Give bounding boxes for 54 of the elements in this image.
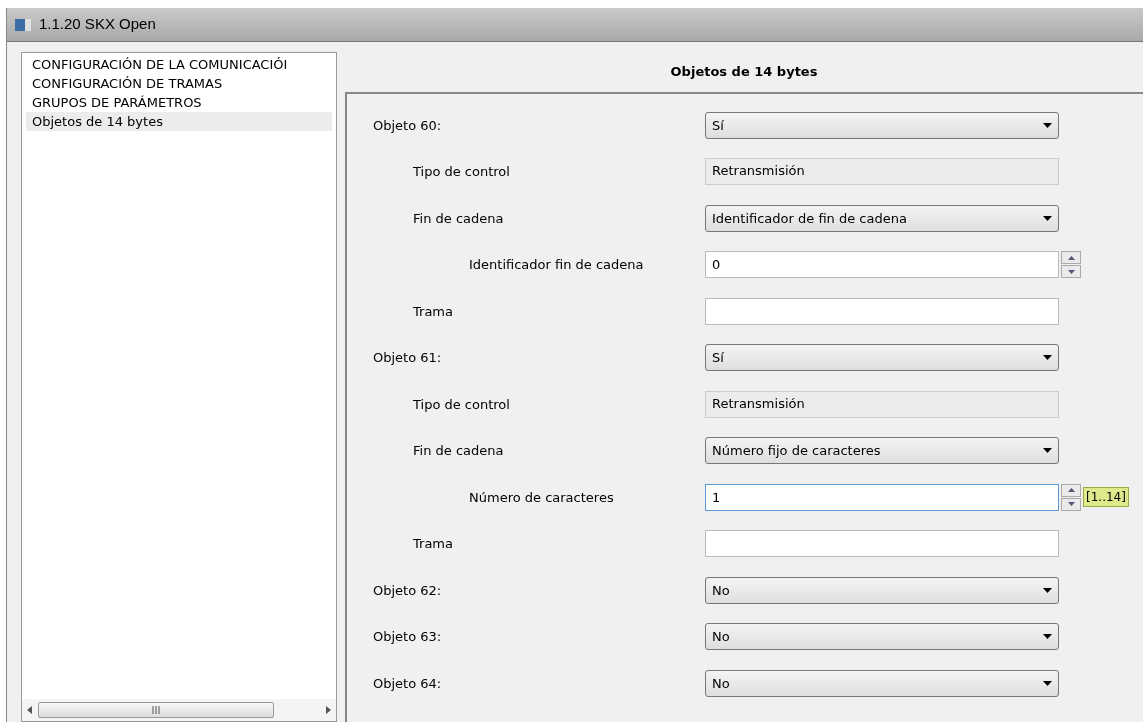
scrollbar-thumb[interactable] <box>38 702 274 718</box>
number-field[interactable]: 1 <box>705 483 1059 511</box>
parameter-label: Objeto 61: <box>373 350 442 365</box>
input-field[interactable] <box>705 530 1059 558</box>
down-arrow-icon <box>1067 502 1075 507</box>
dropdown[interactable]: Número fijo de caracteres <box>705 437 1059 465</box>
app-icon <box>15 18 31 31</box>
dropdown-arrow-icon <box>1043 122 1052 128</box>
parameter-label: Tipo de control <box>413 164 510 179</box>
spin-down-button[interactable] <box>1061 497 1081 511</box>
dropdown-arrow-icon <box>1043 634 1052 640</box>
spin-up-button[interactable] <box>1061 483 1081 497</box>
up-arrow-icon <box>1067 255 1075 260</box>
dropdown[interactable]: Sí <box>705 344 1059 372</box>
parameter-label: Trama <box>413 536 453 551</box>
up-arrow-icon <box>1067 488 1075 493</box>
panel-title: Objetos de 14 bytes <box>670 63 818 82</box>
parameter-label: Objeto 62: <box>373 582 442 598</box>
tree-item[interactable]: CONFIGURACIÓN DE LA COMUNICACIÓI <box>26 55 332 74</box>
dropdown-arrow-icon <box>1043 215 1052 221</box>
tree-item[interactable]: CONFIGURACIÓN DE TRAMAS <box>26 74 332 93</box>
dropdown-arrow-icon <box>1043 448 1052 454</box>
readonly-field: Retransmisión <box>705 390 1059 418</box>
dropdown-arrow-icon <box>1043 355 1052 361</box>
tree-item[interactable]: GRUPOS DE PARÁMETROS <box>26 93 332 112</box>
readonly-field: Retransmisión <box>705 158 1059 186</box>
parameter-label: Tipo de control <box>413 396 510 412</box>
parameter-label: Objeto 64: <box>373 675 442 691</box>
dropdown[interactable]: Sí <box>705 111 1059 139</box>
spin-down-button[interactable] <box>1061 265 1081 279</box>
parameter-label: Identificador fin de cadena <box>469 257 644 272</box>
spin-up-button[interactable] <box>1061 251 1081 265</box>
grip-icon <box>151 706 161 714</box>
window-title: 1.1.20 SKX Open <box>39 14 156 35</box>
parameter-label: Fin de cadena <box>413 210 504 226</box>
horizontal-scrollbar[interactable] <box>22 699 336 721</box>
dropdown[interactable]: Identificador de fin de cadena <box>705 204 1059 232</box>
parameter-label: Fin de cadena <box>413 443 504 458</box>
dropdown-arrow-icon <box>1043 587 1052 593</box>
parameter-label: Número de caracteres <box>469 489 614 505</box>
number-field[interactable]: 0 <box>705 251 1059 279</box>
tree-item[interactable]: Objetos de 14 bytes <box>26 112 332 131</box>
dropdown[interactable]: No <box>705 623 1059 651</box>
dropdown-arrow-icon <box>1043 680 1052 686</box>
range-hint: [1..14] <box>1083 487 1129 508</box>
right-arrow-icon[interactable] <box>324 705 332 715</box>
dropdown[interactable]: No <box>705 669 1059 697</box>
input-field[interactable] <box>705 297 1059 325</box>
down-arrow-icon <box>1067 269 1075 274</box>
parameter-label: Trama <box>413 303 453 319</box>
parameter-label: Objeto 63: <box>373 629 442 644</box>
left-arrow-icon[interactable] <box>26 705 34 715</box>
dropdown[interactable]: No <box>705 576 1059 604</box>
parameter-label: Objeto 60: <box>373 117 442 133</box>
